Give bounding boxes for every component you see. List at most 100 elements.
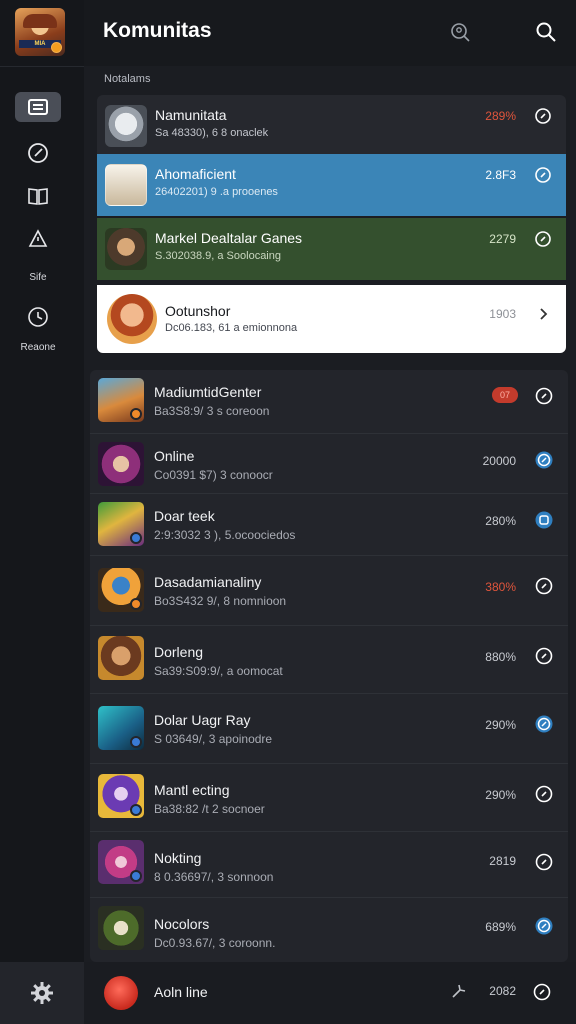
alert-icon [27, 228, 49, 250]
footer-name: Aoln line [154, 984, 208, 1000]
location-search-button[interactable] [448, 20, 472, 44]
community-stat: 280% [485, 514, 516, 528]
list-item[interactable]: MadiumtidGenter Ba3S8:9/ 3 s coreoon 07 [90, 370, 568, 434]
check-circle-icon[interactable] [534, 230, 552, 248]
community-thumbnail [98, 378, 144, 422]
community-name: Mantl ecting [154, 782, 230, 798]
list-item[interactable]: Dorleng Sa39:S09:9/, a oomocat 880% [90, 626, 568, 694]
community-stat: 1903 [489, 307, 516, 321]
rail-item-clock[interactable] [15, 302, 61, 332]
community-stat: 2.8F3 [485, 168, 516, 182]
community-thumbnail [98, 502, 144, 546]
community-name: Doar teek [154, 508, 215, 524]
community-meta: S.302038.9, a Soolocaing [155, 250, 281, 262]
community-meta: Ba3S8:9/ 3 s coreoon [154, 404, 270, 418]
search-button[interactable] [534, 20, 558, 44]
community-name: Namunitata [155, 107, 227, 123]
list-item[interactable]: Dasadamianaliny Bo3S432 9/, 8 nomnioon 3… [90, 556, 568, 626]
community-thumbnail [98, 774, 144, 818]
community-meta: 2:9:3032 3 ), 5.ocoociedos [154, 528, 296, 542]
community-stat: 689% [485, 920, 516, 934]
check-circle-icon[interactable] [534, 646, 554, 666]
check-circle-icon[interactable] [534, 386, 554, 406]
list-icon [28, 99, 48, 115]
rail-item-list[interactable] [15, 92, 61, 122]
community-meta: Dc0.93.67/, 3 coroonn. [154, 936, 276, 950]
rail-label-reaone: Reaone [20, 342, 56, 353]
community-stat: 880% [485, 650, 516, 664]
community-name: Nocolors [154, 916, 210, 932]
list-item[interactable]: Online Co0391 $7) 3 conoocr 20000 [90, 434, 568, 494]
check-circle-icon[interactable] [534, 166, 552, 184]
blue-status-icon[interactable] [534, 510, 554, 530]
check-circle-icon[interactable] [534, 576, 554, 596]
blue-status-icon[interactable] [534, 450, 554, 470]
community-stat: 2819 [489, 854, 516, 868]
rail-item-book[interactable] [15, 181, 61, 211]
bottom-bar[interactable]: Aoln line 2082 [84, 962, 576, 1024]
community-meta: Sa 48330), 6 8 onaclek [155, 127, 269, 139]
book-icon [27, 186, 49, 206]
community-meta: Dc06.183, 61 a emionnona [165, 322, 298, 334]
list-item[interactable]: Doar teek 2:9:3032 3 ), 5.ocoociedos 280… [90, 494, 568, 556]
community-meta: Sa39:S09:9/, a oomocat [154, 664, 283, 678]
pinned-card[interactable]: Ahomaficient 26402201) 9 .a prooenes 2.8… [97, 154, 566, 216]
clock-icon [27, 306, 49, 328]
community-avatar [105, 164, 147, 206]
community-meta: Ba38:82 /t 2 socnoer [154, 802, 265, 816]
community-name: MadiumtidGenter [154, 384, 262, 400]
blue-status-icon[interactable] [534, 916, 554, 936]
sparkle-icon[interactable] [450, 982, 468, 1000]
left-rail: MIA Sife Reaone [0, 0, 84, 1024]
community-meta: 26402201) 9 .a prooenes [155, 186, 278, 198]
community-meta: Bo3S432 9/, 8 nomnioon [154, 594, 287, 608]
check-circle-icon[interactable] [532, 982, 552, 1002]
check-circle-icon[interactable] [534, 107, 552, 125]
community-name: Ootunshor [165, 303, 231, 319]
rail-item-alert[interactable] [15, 224, 61, 254]
user-avatar[interactable] [104, 976, 138, 1010]
rail-divider [0, 66, 84, 67]
community-name: Nokting [154, 850, 202, 866]
community-avatar [107, 294, 157, 344]
app-logo[interactable]: MIA [15, 8, 65, 56]
community-stat: 2279 [489, 232, 516, 246]
pinned-card[interactable]: Markel Dealtalar Ganes S.302038.9, a Soo… [97, 218, 566, 280]
list-item[interactable]: Dolar Uagr Ray S 03649/, 3 apoinodre 290… [90, 694, 568, 764]
community-avatar [105, 105, 147, 147]
section-label: Notalams [104, 73, 151, 85]
community-meta: Co0391 $7) 3 conoocr [154, 468, 273, 482]
community-meta: 8 0.36697/, 3 sonnoon [154, 870, 274, 884]
community-avatar [105, 228, 147, 270]
check-circle-icon[interactable] [534, 784, 554, 804]
gear-icon [30, 981, 54, 1005]
community-list: MadiumtidGenter Ba3S8:9/ 3 s coreoon 07 … [90, 370, 568, 962]
community-meta: S 03649/, 3 apoinodre [154, 732, 273, 746]
community-thumbnail [98, 442, 144, 486]
top-header: Komunitas [84, 0, 576, 66]
check-circle-icon[interactable] [534, 852, 554, 872]
status-badge: 07 [492, 387, 518, 403]
community-name: Online [154, 448, 195, 464]
pinned-card[interactable]: Ootunshor Dc06.183, 61 a emionnona 1903 [97, 285, 566, 353]
community-name: Dorleng [154, 644, 204, 660]
rail-label-sife: Sife [29, 272, 47, 283]
community-name: Markel Dealtalar Ganes [155, 230, 303, 246]
chevron-right-icon[interactable] [534, 305, 552, 323]
community-thumbnail [98, 636, 144, 680]
rail-item-compass[interactable] [15, 138, 61, 168]
list-item[interactable]: Nocolors Dc0.93.67/, 3 coroonn. 689% [90, 898, 568, 962]
list-item[interactable]: Nokting 8 0.36697/, 3 sonnoon 2819 [90, 832, 568, 898]
pinned-card[interactable]: Namunitata Sa 48330), 6 8 onaclek 289% [97, 95, 566, 157]
community-name: Dolar Uagr Ray [154, 712, 251, 728]
community-stat: 290% [485, 718, 516, 732]
search-icon [535, 21, 557, 43]
community-thumbnail [98, 840, 144, 884]
compass-icon [27, 142, 49, 164]
community-stat: 290% [485, 788, 516, 802]
community-stat: 380% [485, 580, 516, 594]
list-item[interactable]: Mantl ecting Ba38:82 /t 2 socnoer 290% [90, 764, 568, 832]
community-thumbnail [98, 706, 144, 750]
blue-status-icon[interactable] [534, 714, 554, 734]
settings-button[interactable] [0, 962, 84, 1024]
